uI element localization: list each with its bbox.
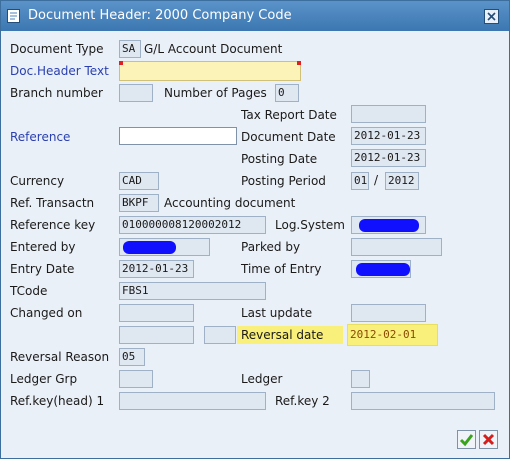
cancel-button[interactable] [479, 430, 498, 449]
ok-button[interactable] [457, 430, 476, 449]
title-bar[interactable]: Document Header: 2000 Company Code [1, 1, 509, 31]
close-button[interactable] [484, 9, 499, 24]
reversal-date-label: Reversal date [237, 326, 343, 344]
document-type-field[interactable]: SA [119, 40, 141, 58]
posting-year-field[interactable]: 2012 [385, 172, 419, 190]
entry-date-field[interactable]: 2012-01-23 [119, 260, 194, 278]
reversal-reason-field[interactable]: 05 [119, 348, 145, 366]
dialog-content: Document Type SA G/L Account Document Do… [4, 32, 506, 457]
posting-period-separator: / [374, 173, 379, 187]
number-of-pages-field[interactable]: 0 [275, 84, 299, 102]
posting-date-field[interactable]: 2012-01-23 [351, 149, 426, 167]
last-update-field[interactable] [351, 304, 426, 322]
document-type-label: Document Type [10, 42, 104, 56]
time-of-entry-label: Time of Entry [241, 262, 322, 276]
log-system-label: Log.System [275, 218, 345, 232]
entry-date-label: Entry Date [10, 262, 75, 276]
reference-label[interactable]: Reference [10, 128, 70, 146]
document-type-text: G/L Account Document [144, 42, 283, 56]
branch-number-label: Branch number [10, 86, 103, 100]
currency-label: Currency [10, 174, 65, 188]
doc-header-text-input[interactable] [119, 61, 301, 81]
ref-key-head-1-label: Ref.key(head) 1 [10, 394, 105, 408]
tax-report-date-label: Tax Report Date [241, 108, 337, 122]
tax-report-date-field[interactable] [351, 105, 426, 123]
ref-transaction-label: Ref. Transactn [10, 196, 95, 210]
ref-key-head-1-field[interactable] [119, 392, 266, 410]
redaction-mark [356, 263, 410, 276]
reversal-date-field[interactable]: 2012-02-01 [347, 324, 438, 346]
cancel-icon [482, 433, 495, 446]
doc-header-text-label[interactable]: Doc.Header Text [10, 62, 109, 80]
parked-by-field[interactable] [351, 238, 442, 256]
document-icon [7, 9, 20, 23]
number-of-pages-label: Number of Pages [164, 86, 267, 100]
last-update-label: Last update [241, 306, 313, 320]
posting-period-field[interactable]: 01 [351, 172, 369, 190]
parked-by-label: Parked by [241, 240, 301, 254]
changed-on-time-field[interactable] [119, 326, 194, 344]
branch-number-field[interactable] [119, 84, 153, 102]
required-marker [119, 61, 123, 65]
currency-field[interactable]: CAD [119, 172, 159, 190]
changed-on-extra-field[interactable] [204, 326, 236, 344]
posting-date-label: Posting Date [241, 152, 318, 166]
reference-key-field[interactable]: 010000008120002012 [119, 216, 266, 234]
document-date-label: Document Date [241, 130, 336, 144]
ref-key-2-label: Ref.key 2 [275, 394, 330, 408]
ledger-grp-field[interactable] [119, 370, 153, 388]
tcode-label: TCode [10, 284, 48, 298]
changed-on-field[interactable] [119, 304, 194, 322]
reference-key-label: Reference key [10, 218, 96, 232]
window-title: Document Header: 2000 Company Code [28, 8, 292, 23]
ledger-grp-label: Ledger Grp [10, 372, 78, 386]
ref-transaction-field[interactable]: BKPF [119, 194, 159, 212]
ref-transaction-text: Accounting document [164, 196, 296, 210]
ref-key-2-field[interactable] [351, 392, 495, 410]
redaction-mark [359, 219, 419, 232]
posting-period-label: Posting Period [241, 174, 326, 188]
document-date-field[interactable]: 2012-01-23 [351, 127, 426, 145]
required-marker [297, 61, 301, 65]
close-icon [487, 12, 496, 21]
ledger-field[interactable] [351, 370, 370, 388]
changed-on-label: Changed on [10, 306, 83, 320]
document-header-dialog: Document Header: 2000 Company Code Docum… [0, 0, 510, 459]
reversal-reason-label: Reversal Reason [10, 350, 110, 364]
reference-input[interactable] [119, 127, 237, 145]
redaction-mark [123, 241, 176, 254]
tcode-field[interactable]: FBS1 [119, 282, 266, 300]
entered-by-label: Entered by [10, 240, 76, 254]
checkmark-icon [459, 434, 474, 447]
ledger-label: Ledger [241, 372, 283, 386]
